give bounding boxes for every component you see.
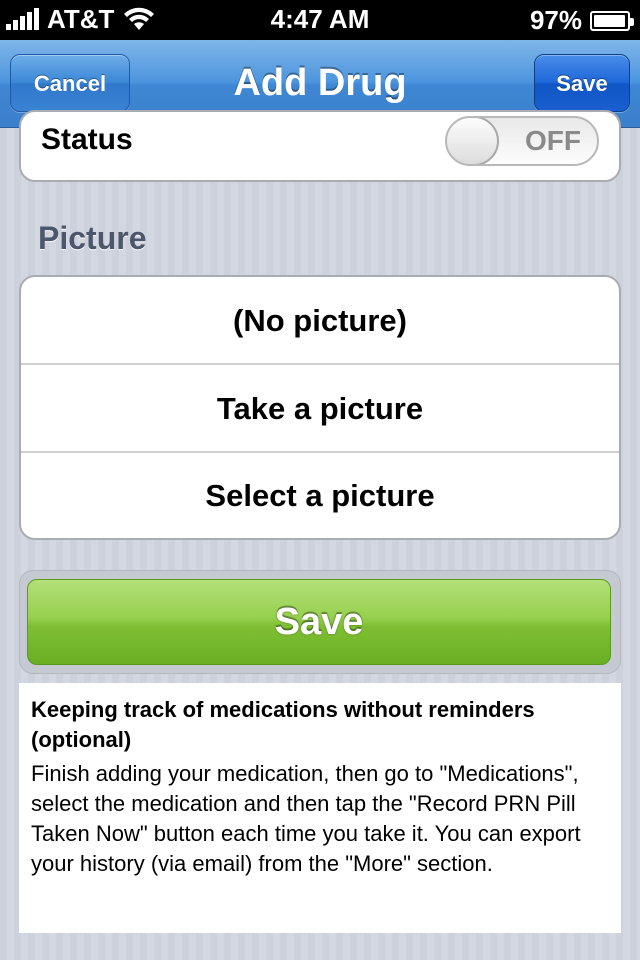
no-picture-option[interactable]: (No picture)	[21, 277, 619, 365]
battery-percent: 97%	[529, 5, 582, 35]
info-title: Keeping track of medications without rem…	[31, 697, 535, 752]
status-bar-right: 97%	[529, 5, 634, 36]
status-bar: AT&T 4:47 AM 97%	[0, 0, 640, 40]
toggle-state-text: OFF	[525, 125, 581, 156]
battery-icon	[590, 10, 634, 31]
status-label: Status	[41, 123, 133, 156]
picture-section-header: Picture	[38, 220, 147, 256]
status-toggle[interactable]: OFF	[445, 116, 599, 166]
select-picture-option[interactable]: Select a picture	[21, 453, 619, 538]
save-button-nav[interactable]: Save	[534, 54, 630, 112]
take-picture-option[interactable]: Take a picture	[21, 365, 619, 453]
page-title: Add Drug	[233, 62, 407, 104]
cancel-button[interactable]: Cancel	[10, 54, 130, 112]
save-button[interactable]: Save	[27, 579, 611, 665]
status-row: Status OFF	[19, 110, 621, 182]
picture-options-group: (No picture) Take a picture Select a pic…	[19, 275, 621, 540]
info-body: Finish adding your medication, then go t…	[31, 761, 581, 876]
toggle-knob[interactable]	[447, 118, 499, 164]
info-box: Keeping track of medications without rem…	[19, 683, 621, 933]
